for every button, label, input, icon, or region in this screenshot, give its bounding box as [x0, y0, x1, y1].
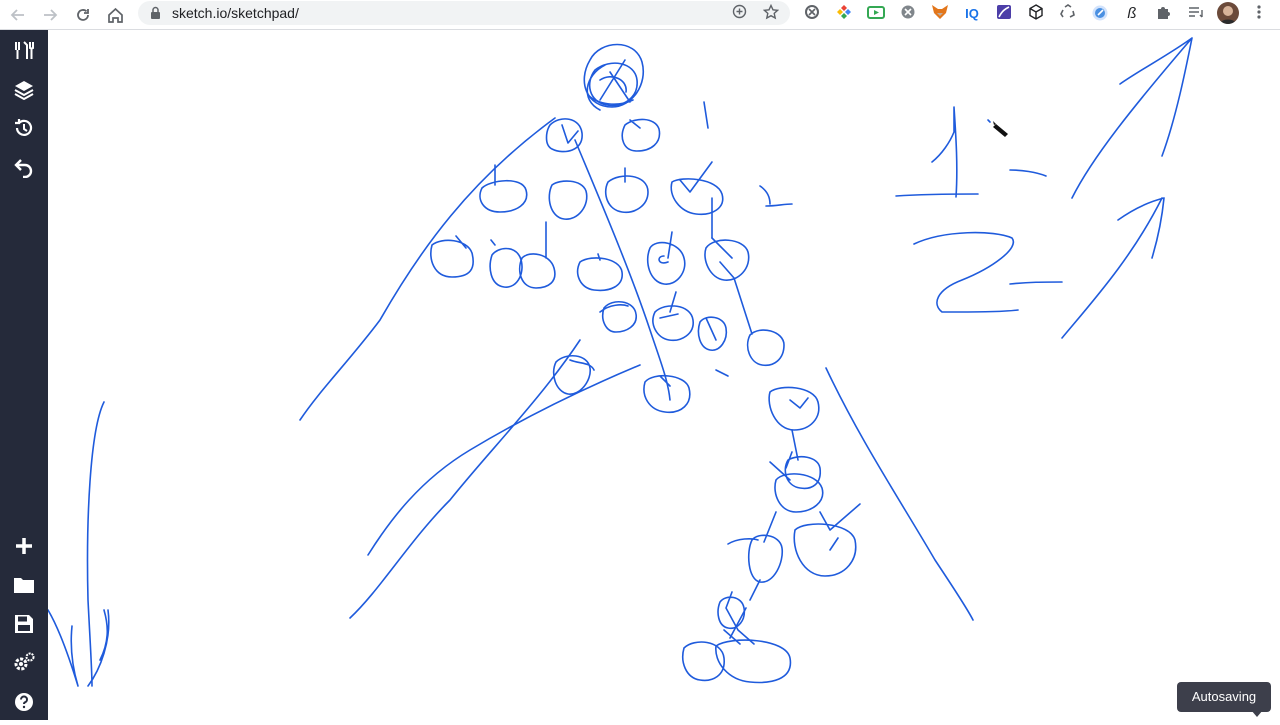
layers-icon[interactable]	[10, 75, 38, 103]
arrow-up-right-2	[1061, 197, 1165, 339]
avatar[interactable]	[1217, 2, 1239, 24]
forward-icon[interactable]	[38, 3, 62, 27]
star-icon[interactable]	[762, 3, 780, 22]
save-icon[interactable]	[10, 610, 38, 638]
down-arrow-shaft	[86, 401, 105, 687]
settings-icon[interactable]	[10, 649, 38, 677]
left-low-line	[349, 339, 581, 619]
reading-list-icon[interactable]	[1186, 4, 1206, 24]
drawing-canvas[interactable]: 1 2	[47, 30, 1280, 720]
left-long-line	[299, 117, 556, 421]
arrow-up-right-1	[1071, 37, 1193, 199]
history-icon[interactable]	[10, 114, 38, 142]
tools-icon[interactable]	[10, 36, 38, 64]
ext-flag-icon[interactable]	[994, 4, 1014, 24]
toast-pointer	[1251, 710, 1263, 717]
address-bar[interactable]: sketch.io/sketchpad/	[138, 1, 790, 25]
ext-colorful-icon[interactable]	[834, 4, 854, 24]
right-long-line	[825, 367, 974, 621]
folder-icon[interactable]	[10, 571, 38, 599]
autosave-toast: Autosaving	[1177, 682, 1271, 712]
sketch-sidebar	[0, 30, 48, 720]
browser-toolbar: sketch.io/sketchpad/ IQ ß	[0, 0, 1280, 30]
numeral-two	[913, 231, 1019, 313]
ext-green-icon[interactable]	[866, 4, 886, 24]
sketch-strokes: 1 2	[47, 37, 1193, 687]
ext-cube-icon[interactable]	[1026, 4, 1046, 24]
back-icon[interactable]	[6, 3, 30, 27]
ext-fox-icon[interactable]	[930, 4, 950, 24]
left-mid-line	[367, 364, 641, 556]
ext-beta-icon[interactable]: ß	[1122, 4, 1142, 24]
ext-gray-icon[interactable]	[898, 4, 918, 24]
pen-cursor-icon	[993, 121, 1008, 137]
add-icon[interactable]	[730, 4, 748, 22]
add-icon[interactable]	[10, 532, 38, 560]
ext-recycle-icon[interactable]	[1058, 4, 1078, 24]
ext-iq-icon[interactable]: IQ	[962, 4, 982, 24]
numeral-one	[895, 106, 979, 198]
menu-dots-icon[interactable]	[1250, 4, 1268, 24]
reload-icon[interactable]	[71, 3, 95, 27]
url-text[interactable]: sketch.io/sketchpad/	[172, 5, 299, 21]
ext-blue-icon[interactable]	[1090, 4, 1110, 24]
puzzle-icon[interactable]	[1154, 4, 1174, 24]
home-icon[interactable]	[103, 3, 127, 27]
undo-icon[interactable]	[10, 153, 38, 181]
help-icon[interactable]	[10, 688, 38, 716]
ext-gear-icon[interactable]	[802, 4, 822, 24]
lock-icon	[150, 6, 161, 25]
